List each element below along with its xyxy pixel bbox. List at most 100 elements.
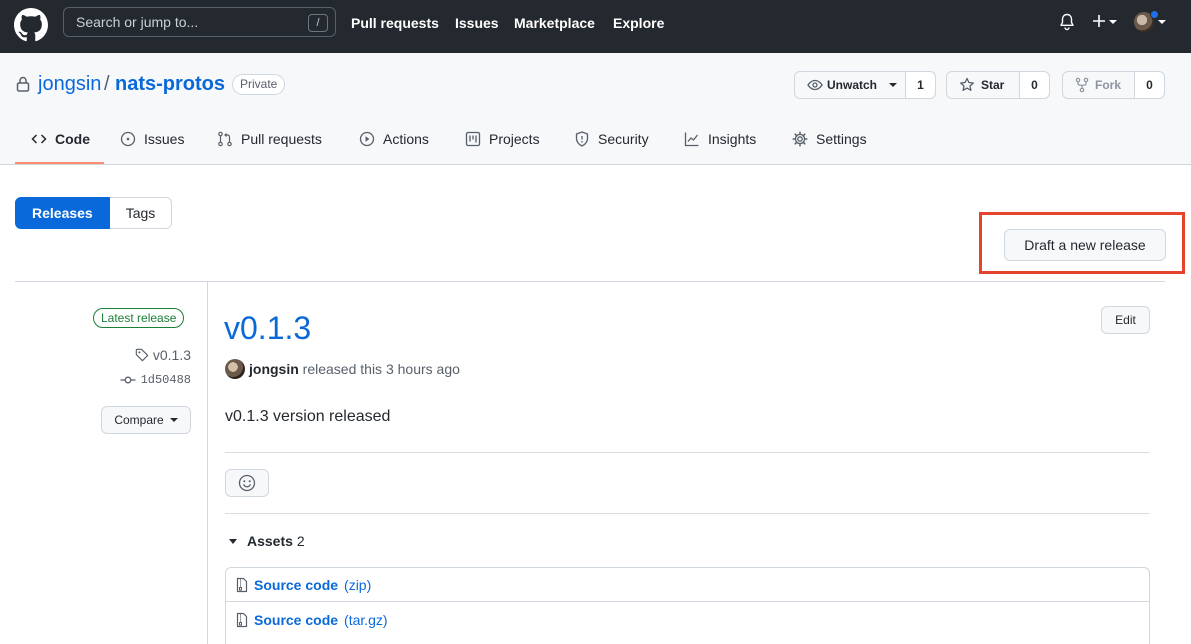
draft-new-release-button[interactable]: Draft a new release	[1004, 229, 1166, 261]
visibility-badge: Private	[232, 74, 286, 95]
assets-toggle[interactable]: Assets 2	[229, 533, 305, 549]
fork-label: Fork	[1095, 78, 1122, 92]
release-body: v0.1.3 version released	[225, 408, 391, 425]
repo-owner-link[interactable]: jongsin	[38, 73, 101, 96]
star-label: Star	[981, 78, 1005, 92]
file-zip-icon	[236, 577, 248, 592]
releases-tab[interactable]: Releases	[15, 197, 110, 229]
plus-icon[interactable]	[1092, 14, 1106, 28]
project-icon	[465, 131, 481, 147]
fork-button-group: Fork 0	[1062, 71, 1165, 99]
compare-caret-icon	[169, 418, 178, 422]
fork-icon	[1075, 77, 1089, 93]
watch-button-group: Unwatch 1	[794, 71, 936, 99]
release-byline: jongsin released this 3 hours ago	[249, 361, 460, 377]
github-logo-icon[interactable]	[14, 8, 48, 42]
list-item[interactable]: Source code (tar.gz)	[226, 603, 1149, 637]
tab-insights-label: Insights	[708, 131, 757, 147]
add-reaction-button[interactable]	[225, 469, 269, 497]
tab-security-label: Security	[598, 131, 649, 147]
compare-button[interactable]: Compare	[101, 406, 191, 434]
asset-ext: (tar.gz)	[344, 612, 388, 628]
divider	[225, 513, 1150, 514]
author-link[interactable]: jongsin	[249, 361, 299, 377]
tab-issues-label: Issues	[144, 131, 185, 147]
asset-ext: (zip)	[344, 576, 372, 593]
asset-name: Source code	[254, 576, 339, 593]
nav-explore[interactable]: Explore	[613, 15, 664, 31]
user-menu-caret-icon[interactable]	[1158, 20, 1166, 24]
file-zip-icon	[236, 612, 248, 628]
tab-settings-label: Settings	[816, 131, 867, 147]
star-icon	[960, 77, 974, 91]
search-placeholder: Search or jump to...	[76, 14, 199, 30]
nav-marketplace[interactable]: Marketplace	[514, 15, 595, 31]
global-header: Search or jump to... / Pull requests Iss…	[0, 0, 1191, 53]
search-shortcut-key: /	[308, 14, 328, 32]
tag-icon	[135, 348, 149, 362]
new-menu-caret-icon[interactable]	[1109, 20, 1117, 24]
pull-request-icon	[218, 131, 232, 147]
eye-icon	[807, 79, 823, 91]
watch-count[interactable]: 1	[905, 72, 935, 98]
release-tag[interactable]: v0.1.3	[135, 347, 191, 363]
play-icon	[359, 131, 375, 147]
assets-label: Assets	[247, 533, 293, 549]
graph-icon	[684, 132, 699, 147]
release-meta-column	[15, 282, 208, 644]
repo-separator: /	[104, 73, 110, 95]
commit-icon	[120, 376, 136, 384]
tab-pull-requests-label: Pull requests	[241, 131, 322, 147]
release-title-link[interactable]: v0.1.3	[224, 310, 311, 347]
star-button[interactable]: Star	[947, 72, 1019, 98]
divider	[225, 452, 1150, 453]
active-tab-indicator	[15, 162, 104, 164]
bell-icon[interactable]	[1059, 13, 1075, 31]
fork-button[interactable]: Fork	[1063, 72, 1134, 98]
nav-pull-requests[interactable]: Pull requests	[351, 15, 439, 31]
smiley-icon	[238, 474, 256, 492]
tab-code[interactable]: Code	[31, 131, 90, 165]
status-dot-icon	[1150, 10, 1159, 19]
lock-icon	[16, 76, 30, 92]
assets-list: Source code (zip) Source code (tar.gz)	[225, 567, 1150, 644]
fork-count[interactable]: 0	[1134, 72, 1164, 98]
compare-label: Compare	[114, 413, 164, 427]
tab-issues[interactable]: Issues	[120, 131, 184, 165]
shield-icon	[575, 131, 589, 147]
repo-header: jongsin / nats-protos Private Unwatch 1 …	[0, 53, 1191, 165]
asset-name: Source code	[254, 612, 339, 628]
tags-tab[interactable]: Tags	[109, 197, 173, 229]
releases-subnav: Releases Tags	[15, 197, 173, 229]
release-tag-label: v0.1.3	[152, 347, 191, 363]
unwatch-button[interactable]: Unwatch	[795, 72, 905, 98]
search-input[interactable]: Search or jump to... /	[63, 7, 336, 37]
tab-pull-requests[interactable]: Pull requests	[217, 131, 322, 165]
latest-release-badge: Latest release	[93, 308, 185, 328]
triangle-down-icon	[229, 538, 237, 544]
star-button-group: Star 0	[946, 71, 1050, 99]
repo-name-link[interactable]: nats-protos	[115, 73, 225, 96]
unwatch-label: Unwatch	[827, 78, 878, 92]
nav-issues[interactable]: Issues	[455, 15, 499, 31]
code-icon	[31, 134, 47, 144]
release-commit-sha: 1d50488	[140, 373, 191, 387]
tab-security[interactable]: Security	[574, 131, 649, 165]
list-item[interactable]: Source code (zip)	[226, 568, 1149, 602]
gear-icon	[792, 131, 808, 147]
tab-code-label: Code	[55, 131, 90, 147]
released-time-text: released this 3 hours ago	[302, 361, 460, 377]
author-avatar[interactable]	[225, 359, 245, 379]
tab-projects-label: Projects	[489, 131, 540, 147]
watch-caret-icon	[889, 83, 898, 87]
tab-actions[interactable]: Actions	[359, 131, 429, 165]
tab-settings[interactable]: Settings	[792, 131, 867, 165]
tab-actions-label: Actions	[383, 131, 429, 147]
edit-release-button[interactable]: Edit	[1101, 306, 1150, 334]
tab-insights[interactable]: Insights	[684, 131, 756, 165]
tab-projects[interactable]: Projects	[465, 131, 540, 165]
assets-count: 2	[296, 533, 305, 549]
issue-icon	[120, 131, 136, 147]
release-commit[interactable]: 1d50488	[120, 373, 191, 387]
star-count[interactable]: 0	[1019, 72, 1049, 98]
